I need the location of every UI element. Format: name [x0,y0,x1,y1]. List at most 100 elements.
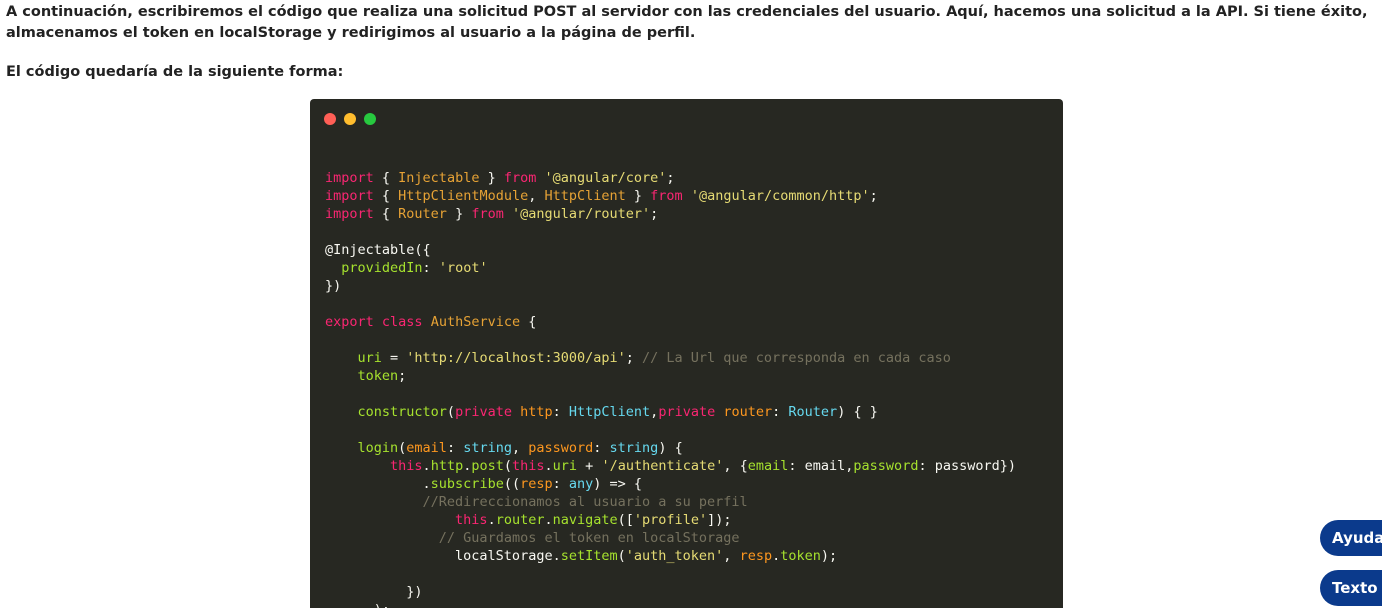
minimize-dot-icon [344,113,356,125]
code-line: export class AuthService { [325,313,1016,331]
maximize-dot-icon [364,113,376,125]
code-token: http [430,458,464,474]
code-token: from [650,188,683,204]
code-token: = [381,350,407,366]
code-token: ) { [658,440,683,456]
code-token: any [568,476,594,492]
code-token: email [747,458,789,474]
code-token: export [325,314,374,330]
code-token: string [609,440,659,456]
code-token: setItem [560,548,618,564]
code-line: import { Injectable } from '@angular/cor… [325,169,1016,187]
help-button[interactable]: Ayuda [1320,520,1382,556]
code-token: HttpClient [544,188,626,204]
code-token: ; [650,206,659,222]
code-token: '@angular/core' [544,170,667,186]
code-content: import { Injectable } from '@angular/cor… [325,151,1016,608]
code-line: providedIn: 'root' [325,259,1016,277]
code-token: ); [325,602,390,608]
code-token: , [511,440,529,456]
window-controls [324,113,376,125]
code-token: password [528,440,594,456]
code-token: HttpClientModule [398,188,529,204]
code-token: { [520,314,537,330]
code-token: uri [357,350,382,366]
code-token: . [422,458,431,474]
code-token: localStorage. [325,548,561,564]
code-token: : [552,404,569,420]
code-token: Router [398,206,447,222]
code-token: this [512,458,545,474]
code-token: , [723,548,740,564]
code-token: } [625,188,651,204]
code-token: constructor [357,404,447,420]
code-token: ( [503,458,512,474]
code-token: // La Url que corresponda en cada caso [642,350,951,366]
article-paragraph-code-intro: El código quedaría de la siguiente forma… [6,64,344,80]
code-token: from [471,206,504,222]
code-line: this.router.navigate(['profile']); [325,511,1016,529]
code-line: }) [325,277,1016,295]
code-token: : [593,440,610,456]
article-paragraph-intro: A continuación, escribiremos el código q… [6,4,1368,41]
code-token: (( [503,476,521,492]
code-token: 'auth_token' [625,548,724,564]
code-token: , { [723,458,748,474]
code-token: . [772,548,781,564]
code-token: import [325,170,374,186]
code-token: 'profile' [633,512,708,528]
code-line: import { HttpClientModule, HttpClient } … [325,187,1016,205]
code-token: { [373,188,399,204]
code-line: login(email: string, password: string) { [325,439,1016,457]
code-token: : email, [788,458,854,474]
code-token: '@angular/router' [512,206,651,222]
code-token: AuthService [430,314,521,330]
code-token: : [446,440,464,456]
code-token: uri [552,458,578,474]
code-token: import [325,206,374,222]
code-token: ([ [617,512,634,528]
code-token: router [495,512,545,528]
text-to-speech-button[interactable]: Texto a voz [1320,570,1382,606]
code-token: login [357,440,399,456]
code-block-window: import { Injectable } from '@angular/cor… [310,99,1063,608]
code-token: ); [820,548,838,564]
code-line: .subscribe((resp: any) => { [325,475,1016,493]
code-line: uri = 'http://localhost:3000/api'; // La… [325,349,1016,367]
code-token: : [772,404,789,420]
code-token: post [471,458,504,474]
code-token: private [658,404,716,420]
code-token: : password}) [918,458,1016,474]
code-token: this [390,458,423,474]
code-token: ; [869,188,878,204]
code-token: . [325,476,431,492]
code-token: this [455,512,488,528]
code-token: { [373,206,399,222]
code-token: //Redireccionamos al usuario a su perfil [422,494,748,510]
code-token: token [357,368,399,384]
code-token: password [853,458,919,474]
code-token: string [463,440,512,456]
code-token: 'http://localhost:3000/api' [406,350,626,366]
code-line: this.http.post(this.uri + '/authenticate… [325,457,1016,475]
code-token: } [479,170,504,186]
